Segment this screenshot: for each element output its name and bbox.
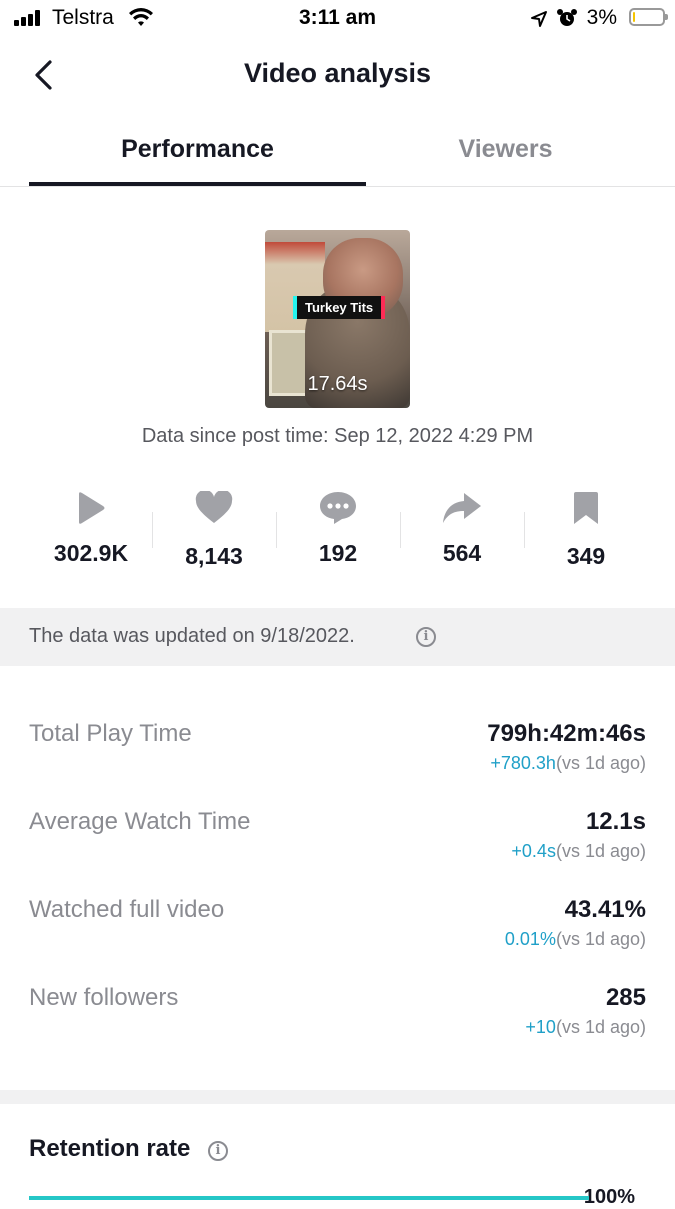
retention-line xyxy=(29,1196,589,1200)
share-icon xyxy=(443,492,481,523)
video-duration: 17.64s xyxy=(307,373,368,395)
retention-title: Retention rate xyxy=(29,1135,191,1162)
saves-count: 349 xyxy=(566,543,606,569)
location-icon xyxy=(531,11,547,27)
change-compare: (vs 1d ago) xyxy=(555,753,646,773)
alarm-icon xyxy=(557,9,577,26)
stat-shares: 564 xyxy=(400,485,524,567)
change-value: +780.3h xyxy=(490,753,556,773)
heart-icon xyxy=(195,490,233,523)
tab-divider xyxy=(0,186,675,187)
tab-viewers[interactable]: Viewers xyxy=(337,135,674,164)
play-icon xyxy=(79,491,105,524)
metric-change-average-watch-time: +0.4s(vs 1d ago) xyxy=(511,841,646,862)
bookmark-icon xyxy=(574,491,598,524)
change-compare: (vs 1d ago) xyxy=(555,841,646,861)
metric-value-new-followers: 285 xyxy=(605,984,646,1011)
metric-label-average-watch-time: Average Watch Time xyxy=(29,808,251,835)
status-bar: Telstra 3:11 am 3% xyxy=(0,0,675,40)
change-compare: (vs 1d ago) xyxy=(555,1017,646,1037)
metric-label-new-followers: New followers xyxy=(29,984,179,1011)
page-title: Video analysis xyxy=(243,58,432,88)
metric-label-total-play-time: Total Play Time xyxy=(29,720,192,747)
change-value: +10 xyxy=(525,1017,556,1037)
info-icon[interactable]: i xyxy=(416,627,436,647)
stat-comments: 192 xyxy=(276,485,400,567)
comments-count: 192 xyxy=(318,540,358,566)
likes-count: 8,143 xyxy=(185,543,243,569)
tab-performance[interactable]: Performance xyxy=(29,135,366,164)
metric-value-watched-full-video: 43.41% xyxy=(564,896,646,923)
metric-value-average-watch-time: 12.1s xyxy=(585,808,646,835)
shares-count: 564 xyxy=(442,540,482,566)
change-value: 0.01% xyxy=(504,929,556,949)
metric-label-watched-full-video: Watched full video xyxy=(29,896,225,923)
section-separator xyxy=(0,1090,675,1104)
change-value: +0.4s xyxy=(511,841,556,861)
battery-percent: 3% xyxy=(586,6,617,29)
metric-change-new-followers: +10(vs 1d ago) xyxy=(525,1017,646,1038)
stat-likes: 8,143 xyxy=(152,485,276,570)
views-count: 302.9K xyxy=(53,540,129,566)
metric-change-total-play-time: +780.3h(vs 1d ago) xyxy=(490,753,646,774)
change-compare: (vs 1d ago) xyxy=(555,929,646,949)
info-icon[interactable]: i xyxy=(208,1141,228,1161)
post-time-text: Data since post time: Sep 12, 2022 4:29 … xyxy=(141,425,534,447)
stat-views: 302.9K xyxy=(29,485,153,567)
update-banner-label: The data was updated on 9/18/2022. xyxy=(29,625,355,647)
update-banner-text: The data was updated on 9/18/2022. xyxy=(29,625,355,648)
battery-icon xyxy=(629,8,668,26)
video-caption-label: Turkey Tits xyxy=(293,296,386,319)
retention-percent: 100% xyxy=(583,1186,635,1208)
video-thumbnail[interactable]: Turkey Tits 17.64s xyxy=(265,230,410,408)
stat-saves: 349 xyxy=(524,485,648,570)
metric-change-watched-full-video: 0.01%(vs 1d ago) xyxy=(505,929,646,950)
comment-icon xyxy=(320,491,356,524)
metric-value-total-play-time: 799h:42m:46s xyxy=(487,720,646,747)
